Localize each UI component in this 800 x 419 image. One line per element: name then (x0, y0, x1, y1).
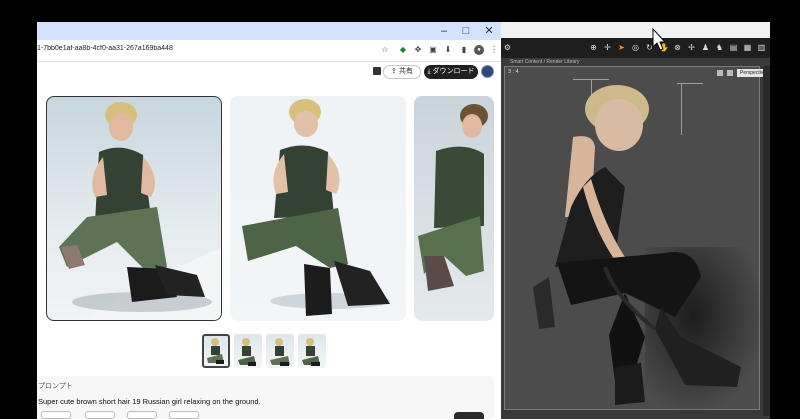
avatar[interactable] (481, 65, 494, 78)
download-tray-icon[interactable]: ⬇ (443, 45, 453, 55)
joint-icon[interactable]: ⊗ (673, 43, 682, 52)
3d-viewport[interactable]: 3 : 4 Perspective View (504, 66, 770, 417)
scale-icon[interactable]: ◎ (631, 43, 640, 52)
render-settings-icon[interactable]: ▥ (757, 43, 766, 52)
prompt-label: プロンプト (38, 383, 73, 390)
extension-icon[interactable]: ◆ (398, 45, 408, 55)
thumb-4[interactable] (298, 334, 326, 368)
address-bar[interactable]: 1-7bb0e1af-aa8b-4cf0-aa31-267a169ba448 ☆… (37, 40, 501, 62)
app-header: ⇪ 共有 ⤓ ダウンロード (37, 62, 501, 88)
camera-icon[interactable]: ▤ (729, 43, 738, 52)
mouse-cursor-icon (652, 28, 666, 51)
thumb-figure (207, 338, 224, 364)
3d-app-window: ⚙ ⊕ ✛ ➤ ◎ ↻ ✋ ⊗ ✢ ♟ ♞ ▤ ▦ ▥ Smart Conten… (501, 22, 770, 419)
download-label: ダウンロード (432, 68, 475, 75)
download-button[interactable]: ⤓ ダウンロード (424, 65, 478, 79)
figure-icon[interactable]: ♟ (701, 43, 710, 52)
thumb-figure (302, 338, 320, 366)
share-icon: ⇪ (391, 68, 397, 75)
ik-icon[interactable]: ✢ (687, 43, 696, 52)
browser-window: – □ ✕ 1-7bb0e1af-aa8b-4cf0-aa31-267a169b… (37, 22, 501, 419)
screen-edge (770, 22, 800, 419)
result-image-1[interactable] (46, 96, 222, 321)
library-tab[interactable]: Smart Content / Render Library (510, 59, 579, 65)
profile-icon[interactable]: ● (474, 45, 484, 55)
thumb-1[interactable] (202, 334, 230, 368)
download-icon: ⤓ (427, 68, 431, 75)
close-button[interactable]: ✕ (482, 24, 496, 38)
thumb-3[interactable] (266, 334, 294, 368)
side-panel-strip (763, 66, 770, 416)
app-titlebar (501, 22, 770, 38)
comment-icon[interactable] (373, 67, 381, 75)
translate-icon[interactable]: ✛ (603, 43, 612, 52)
sidebar-icon[interactable]: ▮ (459, 45, 469, 55)
figure-illustration (242, 99, 390, 316)
select-tool-icon[interactable]: ➤ (617, 43, 626, 52)
figure-illustration (59, 102, 221, 320)
prompt-text[interactable]: Super cute brown short hair 19 Russian g… (38, 397, 261, 406)
generate-button[interactable] (454, 412, 484, 419)
prompt-chip[interactable] (41, 411, 71, 419)
browser-titlebar: – □ ✕ (37, 22, 501, 40)
node-icon[interactable]: ⚙ (503, 43, 512, 52)
star-icon[interactable]: ☆ (380, 45, 390, 55)
puzzle-icon[interactable]: ✥ (413, 45, 423, 55)
figure-alt-icon[interactable]: ♞ (715, 43, 724, 52)
result-image-3[interactable] (414, 96, 494, 321)
prompt-chip[interactable] (169, 411, 199, 419)
screenshot-icon[interactable]: ▣ (428, 45, 438, 55)
more-icon[interactable]: ⋮ (489, 45, 499, 55)
thumb-figure (238, 338, 256, 366)
viewport-toolbar: ⚙ ⊕ ✛ ➤ ◎ ↻ ✋ ⊗ ✢ ♟ ♞ ▤ ▦ ▥ (501, 38, 770, 58)
maximize-button[interactable]: □ (459, 24, 473, 38)
share-label: 共有 (398, 68, 413, 75)
url-text[interactable]: 1-7bb0e1af-aa8b-4cf0-aa31-267a169ba448 (37, 45, 367, 52)
minimize-button[interactable]: – (437, 24, 451, 38)
prompt-chip[interactable] (127, 411, 157, 419)
desktop: – □ ✕ 1-7bb0e1af-aa8b-4cf0-aa31-267a169b… (0, 0, 800, 419)
figure-illustration (418, 104, 488, 291)
universal-tool-icon[interactable]: ⊕ (589, 43, 598, 52)
thumb-figure (270, 338, 290, 366)
3d-figure (533, 85, 741, 405)
result-image-2[interactable] (230, 96, 406, 321)
prompt-chip[interactable] (85, 411, 115, 419)
prompt-panel: プロンプト Super cute brown short hair 19 Rus… (37, 376, 494, 419)
render-icon[interactable]: ▦ (743, 43, 752, 52)
thumb-2[interactable] (234, 334, 262, 368)
share-button[interactable]: ⇪ 共有 (383, 65, 421, 79)
